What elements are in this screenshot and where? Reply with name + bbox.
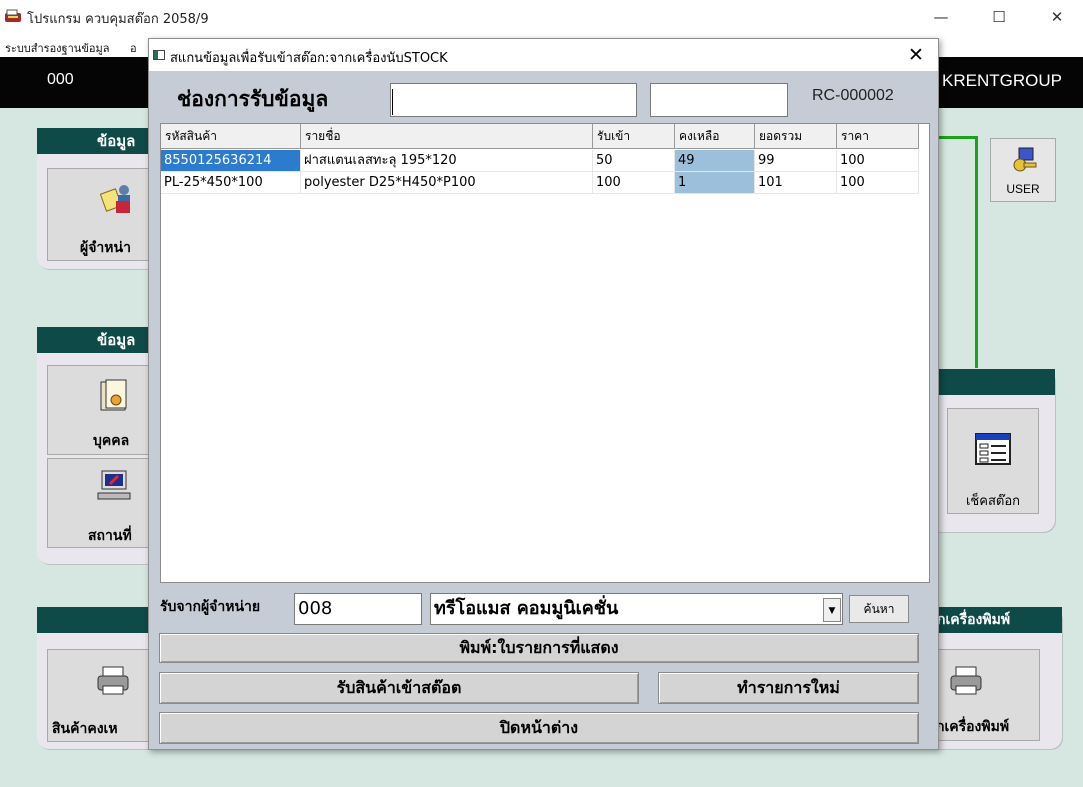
panel-heading [37,607,157,633]
company-name: KRENTGROUP [942,71,1062,90]
items-grid[interactable]: รหัสสินค้า รายชื่อ รับเข้า คงเหลือ ยอดรว… [160,123,930,583]
panel-heading: ข้อมูล [37,128,157,154]
table-cell[interactable]: 100 [837,172,919,194]
supplier-icon [100,185,130,213]
person-tile[interactable]: บุคคล [47,365,157,455]
key-icon [1013,147,1037,172]
scan-label: ช่องการรับข้อมูล [177,87,329,111]
table-cell[interactable]: 100 [593,172,675,194]
location-tile[interactable]: สถานที่ [47,458,157,548]
printer-tile-label: กเครื่องพิมพ์ [936,719,1010,735]
location-tile-label: สถานที่ [88,528,132,544]
stock-check-tile[interactable]: เช็คสต๊อก [947,408,1039,514]
column-header[interactable]: ราคา [837,124,919,149]
close-window-button[interactable]: ปิดหน้าต่าง [159,712,919,744]
dialog-window-icon [153,50,165,60]
column-header[interactable]: รายชื่อ [301,124,593,149]
column-header[interactable]: ยอดรวม [755,124,837,149]
dialog-titlebar: สแกนข้อมูลเพื่อรับเข้าสต๊อก:จากเครื่องนั… [149,39,938,71]
table-cell[interactable]: polyester D25*H450*P100 [301,172,593,194]
supplier-label: รับจากผู้จำหน่าย [160,599,261,615]
panel-heading: ข้อมูล [37,327,157,353]
computer-icon [97,470,131,500]
table-cell[interactable]: 50 [593,150,675,172]
search-button[interactable]: ค้นหา [849,595,909,623]
dropdown-arrow-icon[interactable]: ▼ [823,598,841,622]
table-cell[interactable]: 49 [675,150,755,172]
panel-heading [925,369,1055,395]
printer-tile[interactable]: กเครื่องพิมพ์ [925,649,1040,741]
printer-icon [950,666,982,695]
quantity-input[interactable] [650,83,788,117]
table-cell[interactable]: 99 [755,150,837,172]
inventory-tile[interactable]: สินค้าคงเห [47,649,157,742]
supplier-tile-label: ผู้จำหน่า [80,240,131,256]
table-cell[interactable]: PL-25*450*100 [161,172,301,194]
panel-inventory: สินค้าคงเห [37,607,157,749]
supplier-name-select[interactable]: ทรีโอแมส คอมมูนิเคชั่น [430,593,843,625]
print-list-button[interactable]: พิมพ์:ใบรายการที่แสดง [159,633,919,663]
panel-supplier: ข้อมูล ผู้จำหน่า [37,128,157,269]
person-tile-label: บุคคล [93,433,130,449]
main-titlebar: โปรแกรม ควบคุมสต๊อก 2058/9 — ☐ ✕ [0,0,1083,33]
maximize-button[interactable]: ☐ [976,4,1022,30]
user-tile-label: USER [1006,182,1040,196]
panel-stock-check: เช็คสต๊อก [925,369,1055,532]
column-header[interactable]: รหัสสินค้า [161,124,301,149]
panel-printer: กเครื่องพิมพ์ กเครื่องพิมพ์ [925,607,1062,749]
supplier-code-input[interactable]: 008 [294,593,422,625]
supplier-tile[interactable]: ผู้จำหน่า [47,168,157,261]
new-transaction-button[interactable]: ทำรายการใหม่ [658,672,919,704]
dialog-close-button[interactable]: ✕ [902,42,930,68]
printer-icon [97,666,129,695]
minimize-button[interactable]: — [918,4,964,30]
receive-stock-button[interactable]: รับสินค้าเข้าสต๊อต [159,672,639,704]
table-cell[interactable]: 1 [675,172,755,194]
table-cell[interactable]: 101 [755,172,837,194]
table-cell[interactable]: 100 [837,150,919,172]
person-folder-icon [100,379,127,411]
column-header[interactable]: คงเหลือ [675,124,755,149]
stock-check-label: เช็คสต๊อก [965,494,1021,509]
document-number: RC-000002 [812,87,894,104]
scan-dialog: สแกนข้อมูลเพื่อรับเข้าสต๊อก:จากเครื่องนั… [148,38,939,750]
table-cell[interactable]: ฝาสแตนเลสทะลุ 195*120 [301,150,593,172]
list-window-icon [975,433,1011,465]
scan-input[interactable] [390,83,637,117]
menu-item-2[interactable]: อ [130,39,137,57]
header-left-text: 000 [47,71,74,88]
dialog-title: สแกนข้อมูลเพื่อรับเข้าสต๊อก:จากเครื่องนั… [170,51,448,66]
panel-data: ข้อมูล บุคคล สถานที่ [37,327,157,564]
window-title: โปรแกรม ควบคุมสต๊อก 2058/9 [27,12,209,27]
table-cell[interactable]: 8550125636214 [161,150,301,172]
user-tile[interactable]: USER [990,138,1056,202]
text-caret [392,89,393,115]
connector-line [939,136,977,139]
panel-heading: กเครื่องพิมพ์ [925,607,1062,633]
app-icon [5,9,21,22]
close-button[interactable]: ✕ [1034,4,1080,30]
connector-line [975,136,978,368]
menu-backup[interactable]: ระบบสำรองฐานข้อมูล [5,39,109,57]
column-header[interactable]: รับเข้า [593,124,675,149]
inventory-tile-label: สินค้าคงเห [52,721,118,737]
